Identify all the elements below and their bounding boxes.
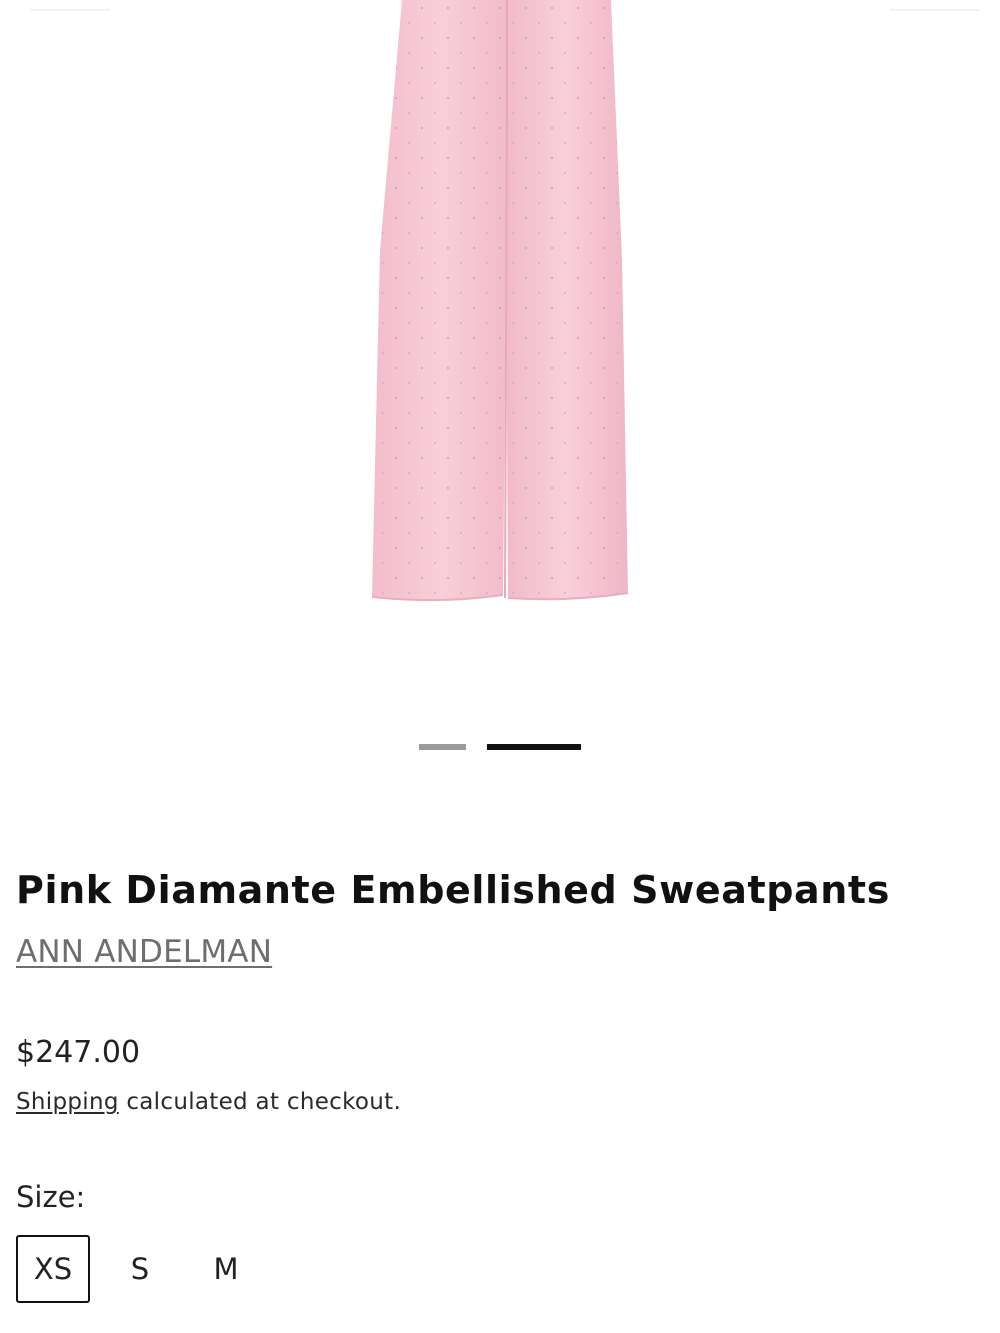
product-price: $247.00 — [16, 1035, 141, 1070]
carousel-dot-2-active[interactable] — [487, 744, 581, 750]
product-page: Pink Diamante Embellished Sweatpants ANN… — [0, 0, 1000, 1333]
product-title: Pink Diamante Embellished Sweatpants — [16, 868, 890, 912]
size-option-m[interactable]: M — [196, 1235, 256, 1303]
vendor-link[interactable]: ANN ANDELMAN — [16, 934, 272, 970]
product-image — [30, 0, 980, 602]
carousel-dot-1[interactable] — [419, 744, 466, 750]
shipping-note: Shipping calculated at checkout. — [16, 1089, 401, 1115]
shipping-note-text: calculated at checkout. — [118, 1089, 402, 1115]
size-option-xs-selected[interactable]: XS — [16, 1235, 90, 1303]
product-gallery[interactable] — [0, 0, 1000, 700]
carousel-pagination — [0, 744, 1000, 752]
size-label: Size: — [16, 1180, 86, 1214]
size-option-s[interactable]: S — [112, 1235, 168, 1303]
shipping-link[interactable]: Shipping — [16, 1089, 119, 1115]
